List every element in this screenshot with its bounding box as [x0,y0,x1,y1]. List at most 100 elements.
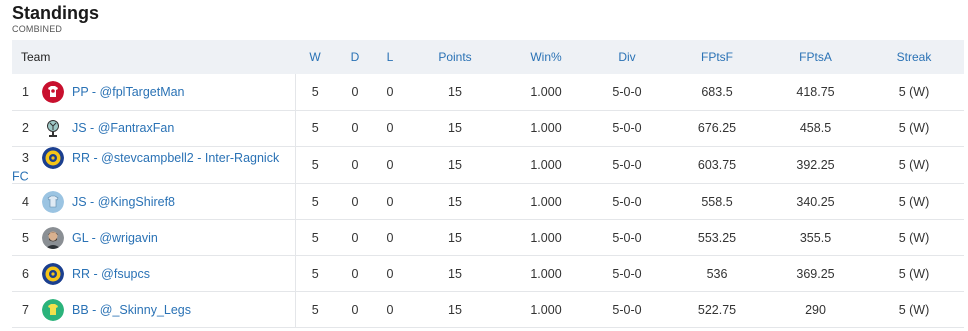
cell-d: 0 [351,266,359,281]
team-cell: 3 RR - @stevcampbell2 - Inter-Ragnick FC [12,146,296,184]
cell-points: 15 [448,157,462,172]
column-header-win-pct[interactable]: Win% [505,40,587,74]
rank-number: 3 [22,150,29,165]
rank-number: 4 [22,194,29,209]
cell-points: 15 [448,302,462,317]
column-header-div[interactable]: Div [587,40,667,74]
cell-d: 0 [351,121,359,135]
column-header-d[interactable]: D [335,40,375,74]
column-header-points[interactable]: Points [405,40,505,74]
table-row: 1 PP - @fplTargetMan 5 0 0 15 1.000 5-0-0 683.5 4… [12,74,964,110]
column-header-fptsa[interactable]: FPtsA [767,40,864,74]
cell-l: 0 [386,194,394,209]
cell-streak: 5 (W) [898,194,930,209]
standings-table: Team W D L Points Win% Div FPtsF FPtsA S… [12,40,964,328]
cell-w: 5 [311,121,319,135]
cell-w: 5 [311,230,319,245]
cell-div: 5-0-0 [612,266,642,281]
team-cell: 7 BB - @_Skinny_Legs [12,291,296,328]
cell-fptsa: 369.25 [796,266,835,281]
table-row: 5 GL - @wrigavin 5 0 0 15 1.000 5-0-0 553.25 355.… [12,219,964,256]
cell-d: 0 [351,157,359,172]
team-name-link[interactable]: GL - @wrigavin [72,231,158,245]
cell-div: 5-0-0 [612,84,642,99]
table-row: 4 JS - @KingShiref8 5 0 0 15 1.000 5-0-0 558.5 34… [12,183,964,220]
rank-number: 6 [22,266,29,281]
cell-d: 0 [351,194,359,209]
cell-l: 0 [386,302,394,317]
cell-div: 5-0-0 [612,302,642,317]
team-name-link[interactable]: JS - @FantraxFan [72,121,174,135]
team-name-link[interactable]: BB - @_Skinny_Legs [72,303,191,317]
column-header-l[interactable]: L [375,40,405,74]
cell-streak: 5 (W) [898,121,930,135]
team-cell: 2 JS - @FantraxFan [12,110,296,146]
cell-fptsa: 340.25 [796,194,835,209]
cell-points: 15 [448,266,462,281]
cell-streak: 5 (W) [898,302,930,317]
team-cell: 6 RR - @fsupcs [12,255,296,292]
cell-winpct: 1.000 [530,266,562,281]
table-row: 7 BB - @_Skinny_Legs 5 0 0 15 1.000 5-0-0 522.75… [12,291,964,328]
team-name-link[interactable]: PP - @fplTargetMan [72,85,185,99]
cell-winpct: 1.000 [530,302,562,317]
cell-w: 5 [311,157,319,172]
cell-points: 15 [448,84,462,99]
user-photo-icon[interactable] [42,226,64,249]
cell-d: 0 [351,84,359,99]
cell-fptsf: 553.25 [697,230,737,245]
cell-fptsf: 558.5 [701,194,733,209]
sky-blue-jersey-icon[interactable] [42,190,64,213]
cell-winpct: 1.000 [530,121,562,135]
cell-winpct: 1.000 [530,157,562,172]
cell-fptsa: 355.5 [799,230,832,245]
cell-streak: 5 (W) [898,84,930,99]
team-name-link[interactable]: JS - @KingShiref8 [72,195,175,209]
cell-winpct: 1.000 [530,230,562,245]
cell-points: 15 [448,121,462,135]
cell-div: 5-0-0 [612,230,642,245]
team-name-link[interactable]: RR - @fsupcs [72,267,150,281]
cell-winpct: 1.000 [530,194,562,209]
cell-w: 5 [311,266,319,281]
cell-w: 5 [311,84,319,99]
column-header-team[interactable]: Team [12,40,295,74]
red-white-jersey-icon[interactable] [42,80,64,103]
cell-div: 5-0-0 [612,194,642,209]
club-crest-icon[interactable] [42,146,64,169]
rank-number: 5 [22,230,29,245]
column-header-w[interactable]: W [295,40,335,74]
column-header-fptsf[interactable]: FPtsF [667,40,767,74]
cell-streak: 5 (W) [898,266,930,281]
column-header-streak[interactable]: Streak [864,40,964,74]
cell-div: 5-0-0 [612,121,642,135]
club-crest-icon[interactable] [42,262,64,285]
green-yellow-jersey-icon[interactable] [42,298,64,321]
cell-fptsf: 522.75 [697,302,737,317]
cell-l: 0 [386,230,394,245]
rank-number: 2 [22,121,29,135]
cell-w: 5 [311,194,319,209]
cell-l: 0 [386,121,394,135]
fan-icon[interactable] [42,117,64,139]
cell-fptsf: 676.25 [697,121,737,135]
table-row: 2 JS - @FantraxFan 5 0 0 15 1.000 5-0-0 676.25 45… [12,110,964,146]
rank-number: 1 [22,84,29,99]
cell-d: 0 [351,230,359,245]
table-row: 6 RR - @fsupcs 5 0 0 15 1.000 5-0-0 536 369.25 5 (… [12,255,964,292]
cell-l: 0 [386,266,394,281]
team-cell: 5 GL - @wrigavin [12,219,296,256]
table-header-row: Team W D L Points Win% Div FPtsF FPtsA S… [12,40,964,74]
cell-div: 5-0-0 [612,157,642,172]
cell-winpct: 1.000 [530,84,562,99]
cell-l: 0 [386,84,394,99]
rank-number: 7 [22,302,29,317]
cell-streak: 5 (W) [898,230,930,245]
standings-panel: Standings COMBINED Team W D L Points Win… [0,0,968,331]
cell-fptsa: 458.5 [799,121,832,135]
cell-fptsf: 603.75 [697,157,737,172]
cell-w: 5 [311,302,319,317]
cell-fptsf: 683.5 [701,84,733,99]
team-cell: 1 PP - @fplTargetMan [12,74,296,110]
team-cell: 4 JS - @KingShiref8 [12,183,296,220]
